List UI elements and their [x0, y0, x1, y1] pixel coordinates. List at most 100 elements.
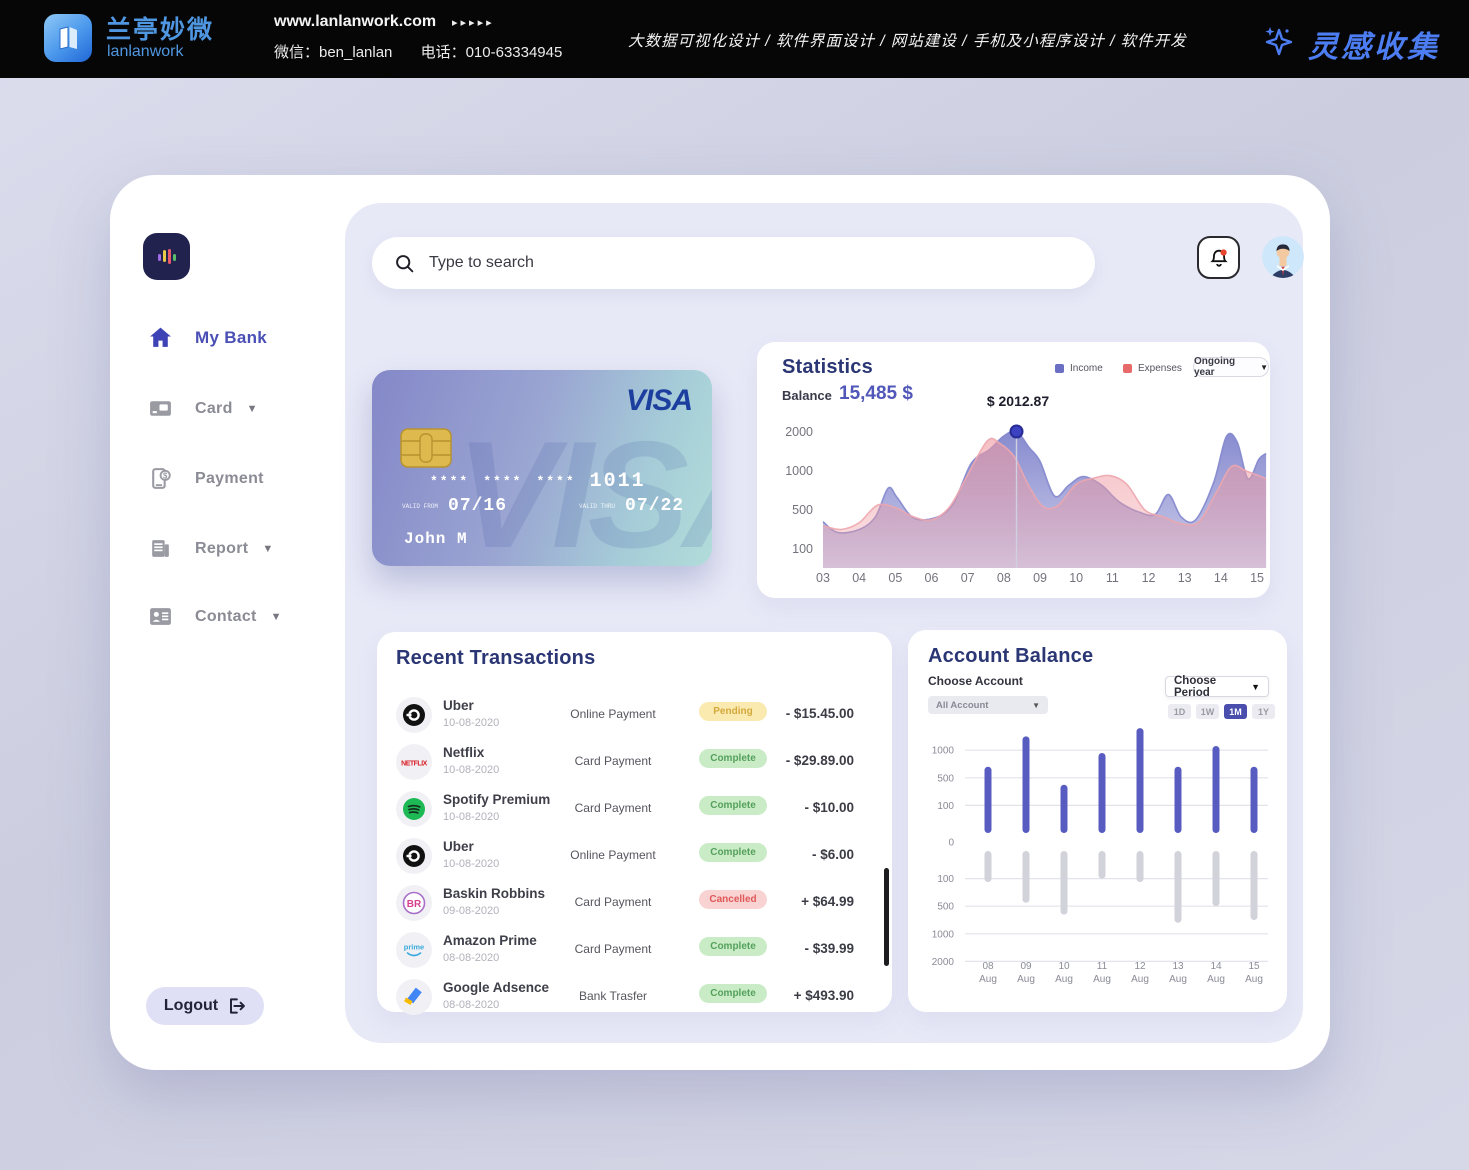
svg-text:Aug: Aug [1131, 974, 1149, 985]
transaction-date: 10-08-2020 [443, 764, 499, 776]
transaction-row[interactable]: primeAmazon Prime08-08-2020Card PaymentC… [377, 929, 892, 976]
transaction-name: Uber [443, 839, 474, 854]
status-badge: Complete [699, 749, 767, 768]
transaction-row[interactable]: BRBaskin Robbins09-08-2020Card PaymentCa… [377, 882, 892, 929]
svg-text:100: 100 [792, 542, 813, 556]
transaction-method: Card Payment [553, 942, 673, 956]
svg-text:12: 12 [1142, 571, 1156, 585]
book-icon [53, 23, 83, 53]
sidebar-item-payment[interactable]: $ Payment [148, 466, 264, 491]
svg-text:04: 04 [852, 571, 866, 585]
sparkle-icon [1258, 22, 1298, 62]
transaction-row[interactable]: Google Adsence08-08-2020Bank TrasferComp… [377, 976, 892, 1023]
search-bar[interactable] [372, 237, 1095, 289]
statistics-panel: Statistics Balance 15,485 $ Income Expen… [757, 342, 1270, 598]
transaction-method: Card Payment [553, 754, 673, 768]
transaction-name: Uber [443, 698, 474, 713]
svg-text:05: 05 [888, 571, 902, 585]
svg-text:Aug: Aug [1093, 974, 1111, 985]
status-badge: Complete [699, 984, 767, 1003]
search-icon [394, 253, 415, 274]
svg-text:500: 500 [937, 773, 954, 784]
choose-account-label: Choose Account [928, 674, 1023, 688]
search-input[interactable] [429, 254, 1029, 272]
svg-text:13: 13 [1178, 571, 1192, 585]
transaction-name: Netflix [443, 745, 484, 760]
svg-text:14: 14 [1214, 571, 1228, 585]
app-logo[interactable] [143, 233, 190, 280]
period-button-1m[interactable]: 1M [1224, 704, 1247, 719]
period-button-1w[interactable]: 1W [1196, 704, 1219, 719]
sidebar-item-my-bank[interactable]: My Bank [148, 325, 267, 350]
amazon-icon: prime [396, 932, 432, 968]
period-button-1d[interactable]: 1D [1168, 704, 1191, 719]
svg-text:09: 09 [1033, 571, 1047, 585]
valid-thru-date: 07/22 [625, 496, 684, 516]
lanlanwork-logo-icon [44, 14, 92, 62]
transaction-date: 08-08-2020 [443, 952, 499, 964]
status-badge: Complete [699, 937, 767, 956]
chevron-down-icon: ▼ [247, 403, 258, 415]
svg-text:11: 11 [1106, 571, 1119, 585]
home-icon [148, 325, 173, 350]
logout-icon [226, 996, 246, 1016]
user-avatar[interactable] [1262, 236, 1304, 278]
transaction-row[interactable]: Uber10-08-2020Online PaymentComplete- $6… [377, 835, 892, 882]
transaction-row[interactable]: Spotify Premium10-08-2020Card PaymentCom… [377, 788, 892, 835]
svg-text:1000: 1000 [932, 746, 955, 757]
svg-text:09: 09 [1020, 961, 1032, 972]
account-balance-bar-chart[interactable]: 2000200010001000500500100100008Aug09Aug1… [908, 726, 1287, 996]
svg-text:Aug: Aug [1017, 974, 1035, 985]
svg-text:13: 13 [1172, 961, 1184, 972]
transactions-panel: Recent Transactions Uber10-08-2020Online… [377, 632, 892, 1012]
brand-english: lanlanwork [107, 43, 183, 61]
period-button-1y[interactable]: 1Y [1252, 704, 1275, 719]
brand-chinese: 兰亭妙微 [106, 10, 214, 46]
transaction-amount: - $15.45.00 [786, 706, 854, 721]
website-link[interactable]: www.lanlanwork.com [274, 13, 436, 31]
choose-period-dropdown[interactable]: Choose Period ▼ [1165, 676, 1269, 697]
svg-text:1000: 1000 [785, 464, 813, 478]
inspiration-collect-label: 灵感收集 [1308, 22, 1440, 66]
wechat-id: 微信：ben_lanlan [274, 44, 392, 61]
transaction-name: Spotify Premium [443, 792, 550, 807]
svg-text:12: 12 [1134, 961, 1146, 972]
transactions-title: Recent Transactions [396, 647, 595, 670]
transaction-amount: + $493.90 [794, 988, 854, 1003]
bank-card[interactable]: VISA VISA **** **** **** 1011 VALID FROM… [372, 370, 712, 566]
status-badge: Pending [699, 702, 767, 721]
sidebar-item-label: Contact [195, 608, 257, 626]
account-balance-title: Account Balance [928, 645, 1093, 668]
sidebar-item-contact[interactable]: Contact ▼ [148, 604, 282, 629]
statistics-area-chart[interactable]: 2000100050010003040506070809101112131415 [757, 342, 1270, 598]
transaction-row[interactable]: Uber10-08-2020Online PaymentPending- $15… [377, 694, 892, 741]
sidebar-item-report[interactable]: Report ▼ [148, 536, 273, 561]
account-balance-panel: Account Balance Choose Account All Accou… [908, 630, 1287, 1012]
transaction-row[interactable]: NETFLIXNetflix10-08-2020Card PaymentComp… [377, 741, 892, 788]
svg-text:06: 06 [925, 571, 939, 585]
sidebar-item-label: Report [195, 540, 248, 558]
transaction-name: Google Adsence [443, 980, 549, 995]
svg-text:100: 100 [937, 874, 954, 885]
spotify-icon [396, 791, 432, 827]
sidebar-item-label: Payment [195, 470, 264, 488]
services-list: 大数据可视化设计 / 软件界面设计 / 网站建设 / 手机及小程序设计 / 软件… [628, 29, 1187, 51]
transaction-date: 10-08-2020 [443, 811, 499, 823]
svg-text:Aug: Aug [1207, 974, 1225, 985]
svg-text:0: 0 [948, 838, 954, 849]
website-arrows-icon: ▸▸▸▸▸ [452, 16, 495, 29]
svg-text:2000: 2000 [932, 726, 955, 729]
logout-button[interactable]: Logout [146, 987, 264, 1025]
transaction-amount: - $39.99 [804, 941, 854, 956]
svg-text:100: 100 [937, 801, 954, 812]
transactions-scrollbar[interactable] [884, 868, 889, 966]
transaction-amount: - $10.00 [804, 800, 854, 815]
notifications-button[interactable] [1197, 236, 1240, 279]
sidebar-item-card[interactable]: Card ▼ [148, 396, 258, 421]
account-select[interactable]: All Account ▼ [928, 696, 1048, 714]
status-badge: Complete [699, 843, 767, 862]
contact-icon [148, 604, 173, 629]
chevron-down-icon: ▼ [1032, 701, 1040, 710]
card-number: **** **** **** 1011 [430, 470, 646, 493]
logout-label: Logout [164, 997, 218, 1015]
